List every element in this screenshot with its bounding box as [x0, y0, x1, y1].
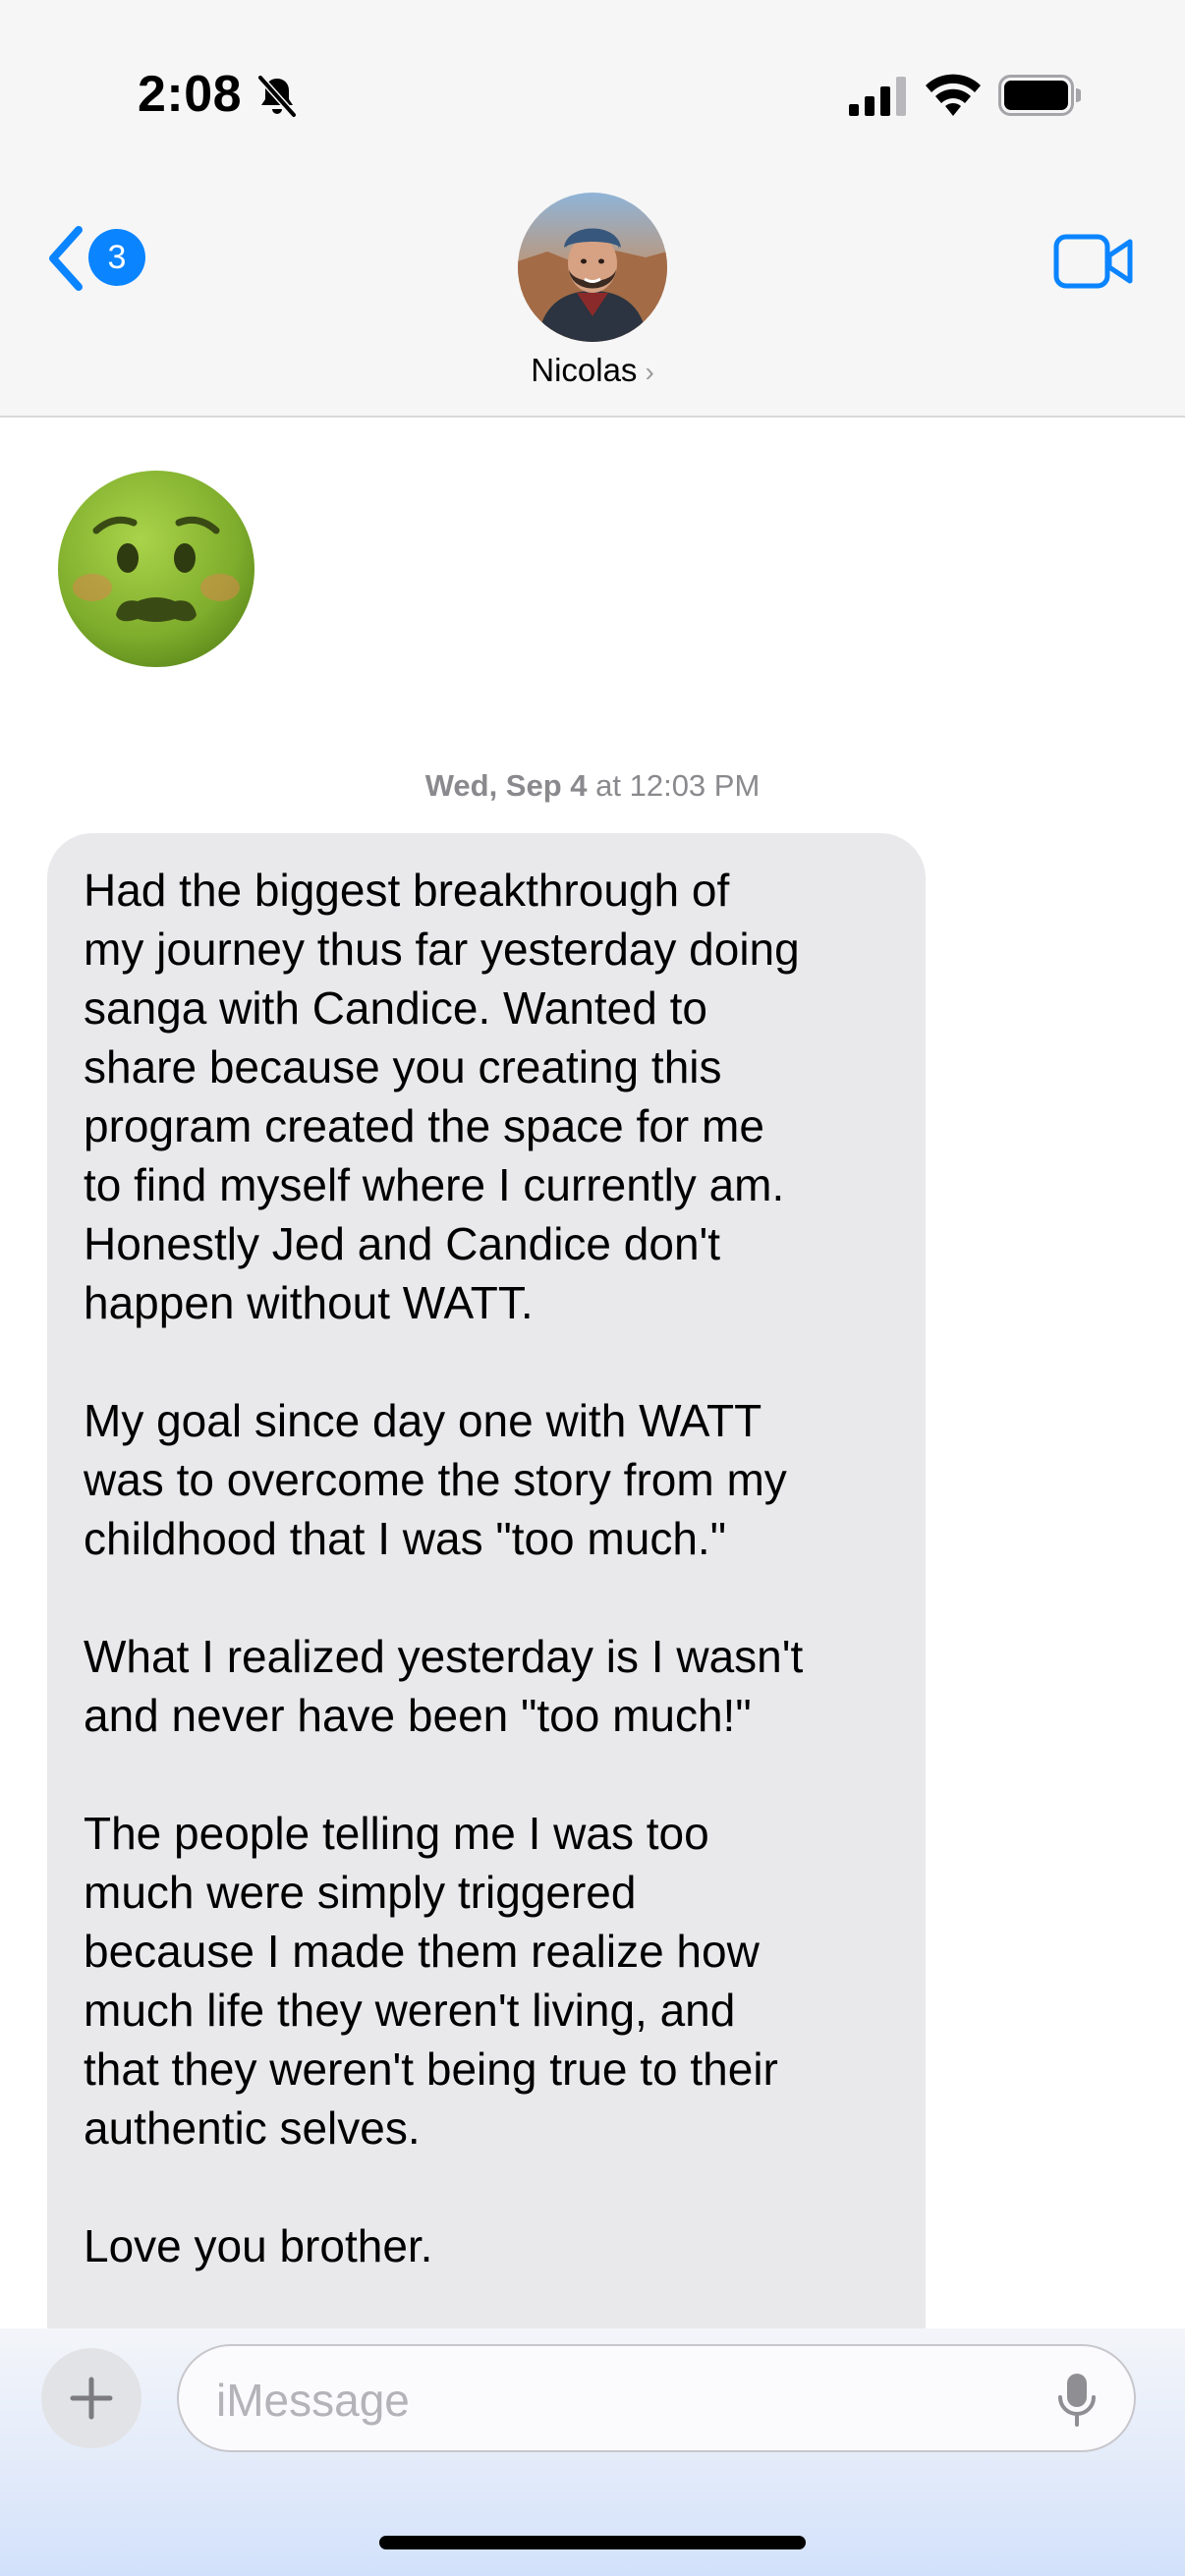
status-time: 2:08	[138, 66, 243, 123]
wifi-icon	[926, 74, 981, 116]
microphone-icon[interactable]	[1055, 2372, 1099, 2429]
back-button[interactable]: 3	[45, 224, 153, 293]
bell-slash-icon	[256, 74, 298, 119]
timestamp-time: at 12:03 PM	[587, 768, 761, 803]
incoming-message-bubble[interactable]: Had the biggest breakthrough of my journ…	[47, 833, 926, 2415]
message-timestamp: Wed, Sep 4 at 12:03 PM	[0, 768, 1185, 804]
avatar-photo	[518, 193, 667, 342]
input-placeholder: iMessage	[216, 2375, 410, 2426]
unread-count-badge: 3	[88, 229, 145, 286]
imessage-input[interactable]: iMessage	[177, 2344, 1136, 2452]
nauseated-face-emoji-icon[interactable]	[55, 468, 257, 670]
chevron-right-icon: ›	[645, 357, 654, 387]
status-bar: 2:08	[0, 0, 1185, 157]
contact-name-button[interactable]: Nicolas ›	[0, 352, 1185, 389]
battery-icon	[998, 75, 1081, 116]
home-indicator[interactable]	[379, 2536, 806, 2549]
apps-plus-button[interactable]	[41, 2348, 141, 2448]
video-call-icon[interactable]	[1053, 234, 1134, 289]
message-text: Had the biggest breakthrough of my journ…	[84, 865, 804, 2271]
conversation-header: 2:08 3 Nicolas ›	[0, 0, 1185, 418]
contact-avatar[interactable]	[518, 193, 667, 342]
back-chevron-icon	[49, 226, 83, 291]
contact-name: Nicolas	[531, 352, 638, 388]
cellular-signal-icon	[849, 77, 906, 116]
timestamp-day: Wed, Sep 4	[424, 768, 588, 803]
plus-icon	[70, 2377, 113, 2420]
